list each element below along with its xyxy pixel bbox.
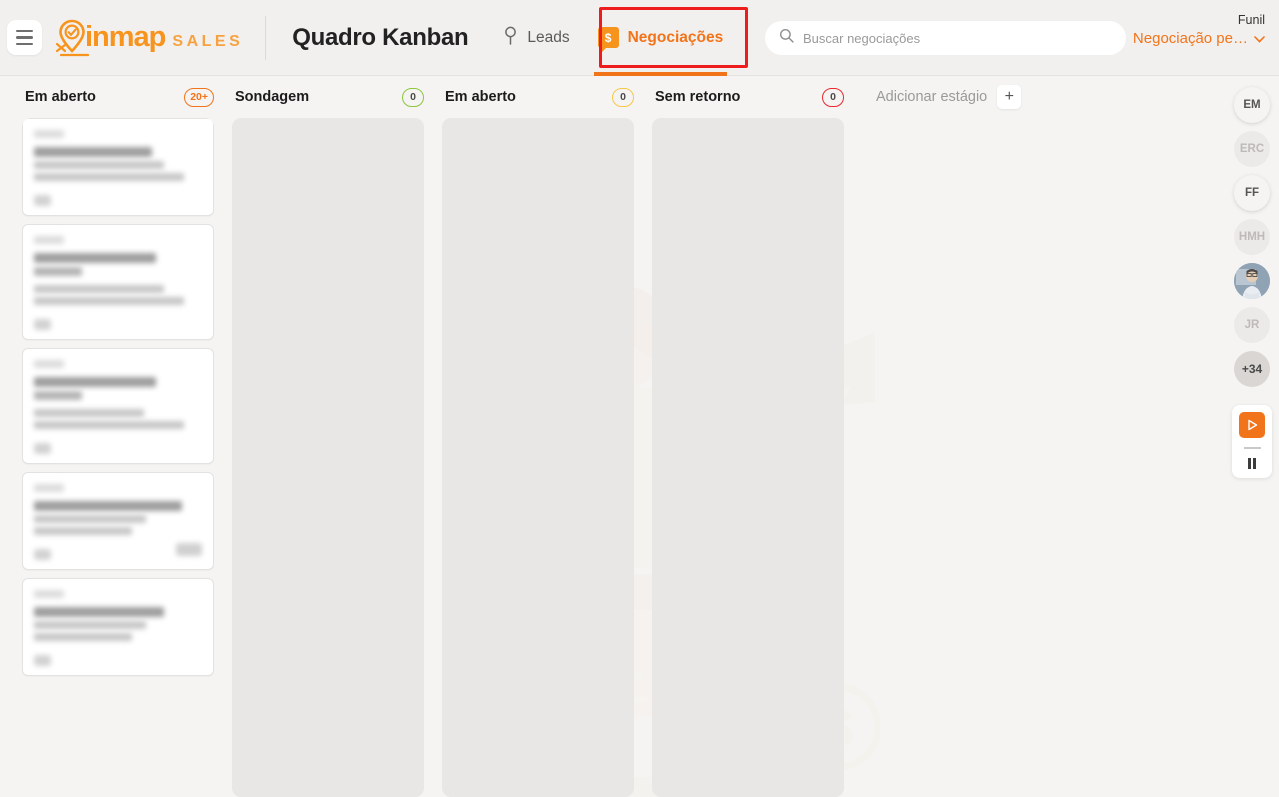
card-tag	[34, 590, 64, 598]
plus-icon[interactable]: +	[997, 85, 1022, 109]
add-stage-control[interactable]: Adicionar estágio +	[876, 77, 1022, 117]
column-cards[interactable]	[652, 118, 844, 797]
board-column: Sem retorno 0	[652, 77, 844, 797]
card-footer-chip	[34, 443, 51, 454]
avatar[interactable]: ERC	[1234, 131, 1270, 167]
board-column: Em aberto 0	[442, 77, 634, 797]
column-cards[interactable]	[442, 118, 634, 797]
dollar-glyph: $	[604, 30, 612, 45]
playback-controls	[1232, 405, 1272, 478]
card-footer-chip	[34, 319, 51, 330]
card-subtitle	[34, 391, 82, 400]
board-column: Sondagem 0	[232, 77, 424, 797]
avatar[interactable]: JR	[1234, 307, 1270, 343]
search-input[interactable]	[803, 30, 1112, 46]
hamburger-bar	[16, 42, 33, 46]
pause-icon[interactable]	[1247, 457, 1257, 469]
column-title: Sem retorno	[655, 89, 741, 105]
column-title: Em aberto	[445, 89, 516, 105]
column-count-badge: 20+	[184, 87, 214, 107]
avatar-overflow-count[interactable]: +34	[1234, 351, 1270, 387]
card-tag	[34, 236, 64, 244]
add-stage-label: Adicionar estágio	[876, 89, 988, 105]
column-cards[interactable]	[22, 118, 214, 797]
play-icon[interactable]	[1239, 412, 1265, 438]
column-title: Em aberto	[25, 89, 96, 105]
card-tag	[34, 130, 64, 138]
card-detail	[34, 633, 132, 641]
deal-dollar-icon: $	[597, 27, 619, 52]
tab-leads[interactable]: Leads	[489, 0, 583, 76]
control-divider	[1243, 447, 1261, 449]
card-detail	[34, 621, 146, 629]
app-logo[interactable]: inmap SALES	[55, 15, 243, 61]
column-header: Sondagem 0	[232, 77, 424, 117]
logo-divider	[265, 15, 267, 60]
column-count-badge: 0	[402, 87, 424, 107]
card-detail	[34, 285, 164, 293]
board-column: Em aberto 20+	[22, 77, 214, 797]
column-count-badge: 0	[822, 87, 844, 107]
card-detail	[34, 515, 146, 523]
card-footer-chip	[34, 195, 51, 206]
card-detail	[34, 297, 184, 305]
column-header: Em aberto 20+	[22, 77, 214, 117]
column-cards[interactable]	[232, 118, 424, 797]
funnel-label: Funil	[1237, 13, 1265, 27]
card-title	[34, 501, 182, 511]
avatar[interactable]: EM	[1234, 87, 1270, 123]
user-rail: EM ERC FF HMH JR +34	[1225, 77, 1279, 797]
map-pin-icon	[503, 26, 518, 50]
card-detail	[34, 161, 164, 169]
funnel-value: Negociação pe…	[1132, 30, 1248, 47]
tab-leads-label: Leads	[527, 28, 570, 46]
kanban-app: inmap SALES Quadro Kanban Leads $ Negoci…	[0, 0, 1279, 797]
card-detail	[34, 409, 144, 417]
pause-bar	[1247, 457, 1251, 469]
chevron-down-icon	[1254, 30, 1265, 48]
search-icon	[779, 28, 794, 48]
logo-text-sales: SALES	[172, 33, 244, 50]
card-tag	[34, 360, 64, 368]
avatar[interactable]: HMH	[1234, 219, 1270, 255]
deal-card[interactable]	[22, 578, 214, 676]
card-title	[34, 147, 152, 157]
card-title	[34, 607, 164, 617]
top-bar: inmap SALES Quadro Kanban Leads $ Negoci…	[0, 0, 1279, 76]
kanban-board: $ $ Em aberto 20+	[0, 77, 1279, 797]
search-bar[interactable]	[765, 21, 1126, 55]
hamburger-icon[interactable]	[7, 20, 42, 55]
hamburger-bar	[16, 36, 33, 39]
nav-tabs: Leads $ Negociações	[489, 0, 737, 76]
card-title	[34, 377, 156, 387]
deal-card[interactable]	[22, 118, 214, 216]
deal-card[interactable]	[22, 224, 214, 340]
deal-card[interactable]	[22, 472, 214, 570]
board-columns: Em aberto 20+ Sondagem 0 Em aberto 0 Sem…	[0, 77, 1279, 797]
column-title: Sondagem	[235, 89, 310, 105]
card-detail	[34, 421, 184, 429]
hamburger-bar	[16, 29, 33, 33]
tab-negociacoes[interactable]: $ Negociações	[584, 0, 738, 76]
deal-card[interactable]	[22, 348, 214, 464]
tab-negociacoes-label: Negociações	[627, 28, 724, 46]
card-subtitle	[34, 267, 82, 276]
card-status-chip	[176, 543, 202, 556]
card-detail	[34, 527, 132, 535]
logo-text-inmap: inmap	[85, 21, 166, 53]
card-detail	[34, 173, 184, 181]
inmap-pin-logo-icon	[55, 18, 90, 58]
card-footer-chip	[34, 655, 51, 666]
avatar-photo[interactable]	[1234, 263, 1270, 299]
card-footer-chip	[34, 549, 51, 560]
page-title: Quadro Kanban	[292, 23, 469, 51]
pause-bar	[1253, 457, 1257, 469]
card-title	[34, 253, 156, 263]
column-count-badge: 0	[612, 87, 634, 107]
card-tag	[34, 484, 64, 492]
column-header: Sem retorno 0	[652, 77, 844, 117]
funnel-selector[interactable]: Funil Negociação pe…	[1133, 12, 1265, 48]
column-header: Em aberto 0	[442, 77, 634, 117]
avatar[interactable]: FF	[1234, 175, 1270, 211]
